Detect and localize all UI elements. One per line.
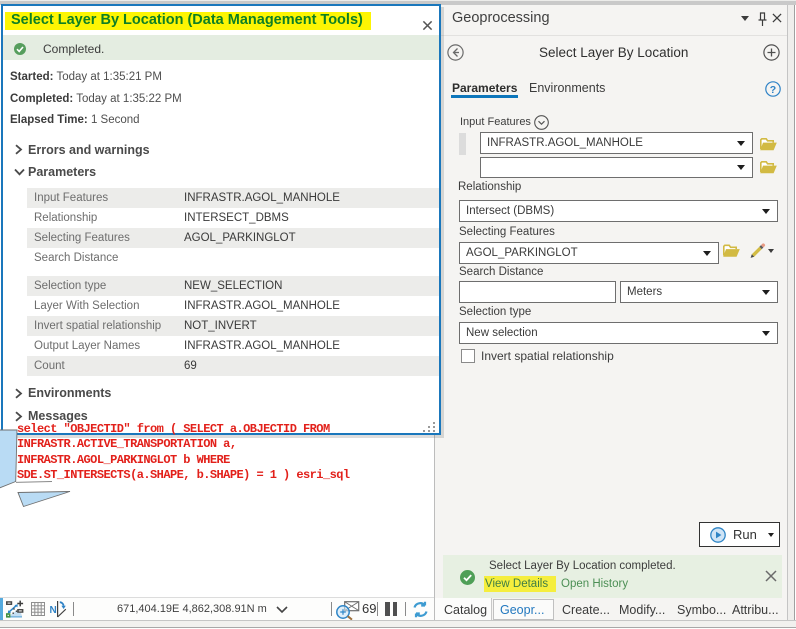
svg-text:?: ?	[770, 84, 776, 96]
svg-text:N: N	[50, 605, 57, 616]
